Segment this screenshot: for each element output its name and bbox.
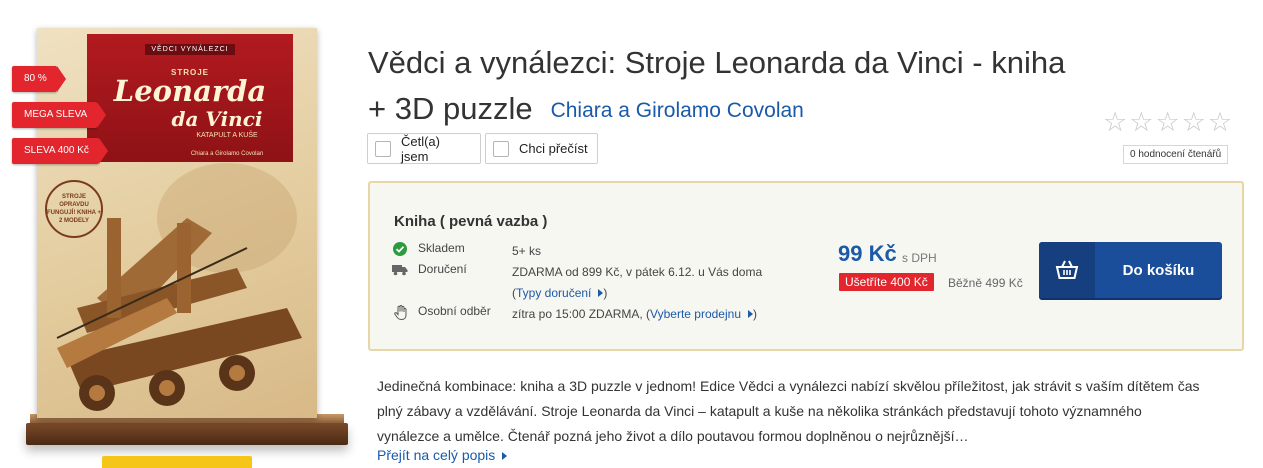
check-circle-icon xyxy=(392,241,408,257)
star-icon[interactable]: ☆ xyxy=(1129,108,1153,136)
delivery-row: Doručení ZDARMA od 899 Kč, v pátek 6.12.… xyxy=(392,262,762,304)
truck-icon xyxy=(392,262,408,278)
sleva-amount-badge: SLEVA 400 Kč xyxy=(12,138,108,164)
delivery-value: ZDARMA od 899 Kč, v pátek 6.12. u Vás do… xyxy=(512,265,763,300)
rating-count[interactable]: 0 hodnocení čtenářů xyxy=(1123,145,1229,164)
mega-sleva-badge: MEGA SLEVA xyxy=(12,102,107,128)
read-it-label: Četl(a) jsem xyxy=(400,133,440,164)
full-description-link[interactable]: Přejít na celý popis xyxy=(377,447,508,463)
checkbox-icon xyxy=(493,140,509,157)
author-link[interactable]: Chiara a Girolamo Covolan xyxy=(551,99,804,122)
arrow-right-icon xyxy=(502,452,508,460)
rating-stars[interactable]: ☆ ☆ ☆ ☆ ☆ xyxy=(1103,108,1232,136)
delivery-text: ZDARMA od 899 Kč, v pátek 6.12. u Vás do… xyxy=(512,265,763,279)
checkbox-icon xyxy=(375,140,391,157)
star-icon[interactable]: ☆ xyxy=(1103,108,1127,136)
star-icon[interactable]: ☆ xyxy=(1155,108,1179,136)
shelf-front xyxy=(26,423,348,445)
cover-subtitle: KATAPULT A KUŠE xyxy=(196,132,258,139)
cover-line-da-vinci: da Vinci xyxy=(171,107,263,131)
stock-value: 5+ ks xyxy=(512,244,542,258)
product-description: Jedinečná kombinace: kniha a 3D puzzle v… xyxy=(377,378,1200,444)
product-cover-area: VĚDCI VYNÁLEZCI STROJE Leonarda da Vinci… xyxy=(0,0,360,468)
pickup-value: zítra po 15:00 ZDARMA, (Vyberte prodejnu… xyxy=(512,307,757,321)
pickup-label: Osobní odběr xyxy=(418,304,491,318)
want-to-read-button[interactable]: Chci přečíst xyxy=(485,133,598,164)
read-it-button[interactable]: Četl(a) jsem xyxy=(367,133,481,164)
price: 99 Kč xyxy=(838,241,897,266)
product-title: Vědci a vynálezci: Stroje Leonarda da Vi… xyxy=(368,40,1088,134)
format-label: Kniha ( pevná vazba ) xyxy=(394,213,548,230)
want-to-read-label: Chci přečíst xyxy=(519,141,588,156)
delivery-label: Doručení xyxy=(418,262,467,276)
stock-row: Skladem 5+ ks xyxy=(392,241,541,262)
basket-icon xyxy=(1039,242,1095,298)
book-cover-image[interactable]: VĚDCI VYNÁLEZCI STROJE Leonarda da Vinci… xyxy=(37,28,317,418)
preview-button[interactable] xyxy=(102,456,252,468)
hand-icon xyxy=(392,304,408,320)
full-description-label: Přejít na celý popis xyxy=(377,447,496,463)
select-store-link[interactable]: Vyberte prodejnu xyxy=(650,307,741,321)
discount-badge-percent: 80 % xyxy=(12,66,66,92)
delivery-types-link[interactable]: Typy doručení xyxy=(516,286,591,300)
add-to-cart-button[interactable]: Do košíku xyxy=(1039,242,1222,298)
stock-label: Skladem xyxy=(418,241,465,255)
regular-price: Běžně 499 Kč xyxy=(948,276,1023,290)
star-icon[interactable]: ☆ xyxy=(1208,108,1232,136)
purchase-box: Kniha ( pevná vazba ) Skladem 5+ ks Doru… xyxy=(368,181,1244,351)
pickup-row: Osobní odběr zítra po 15:00 ZDARMA, (Vyb… xyxy=(392,304,757,325)
cover-series-label: VĚDCI VYNÁLEZCI xyxy=(145,44,235,55)
star-icon[interactable]: ☆ xyxy=(1182,108,1206,136)
savings-badge: Ušetříte 400 Kč xyxy=(839,273,934,291)
cover-line-leonarda: Leonarda xyxy=(113,74,267,108)
catapult-illustration xyxy=(56,163,302,411)
pickup-text: zítra po 15:00 ZDARMA, ( xyxy=(512,307,651,321)
cover-author: Chiara a Girolamo Covolan xyxy=(190,151,264,157)
add-to-cart-label: Do košíku xyxy=(1122,261,1195,279)
cover-title-panel: VĚDCI VYNÁLEZCI STROJE Leonarda da Vinci… xyxy=(87,34,293,162)
price-vat-label: s DPH xyxy=(902,251,937,265)
